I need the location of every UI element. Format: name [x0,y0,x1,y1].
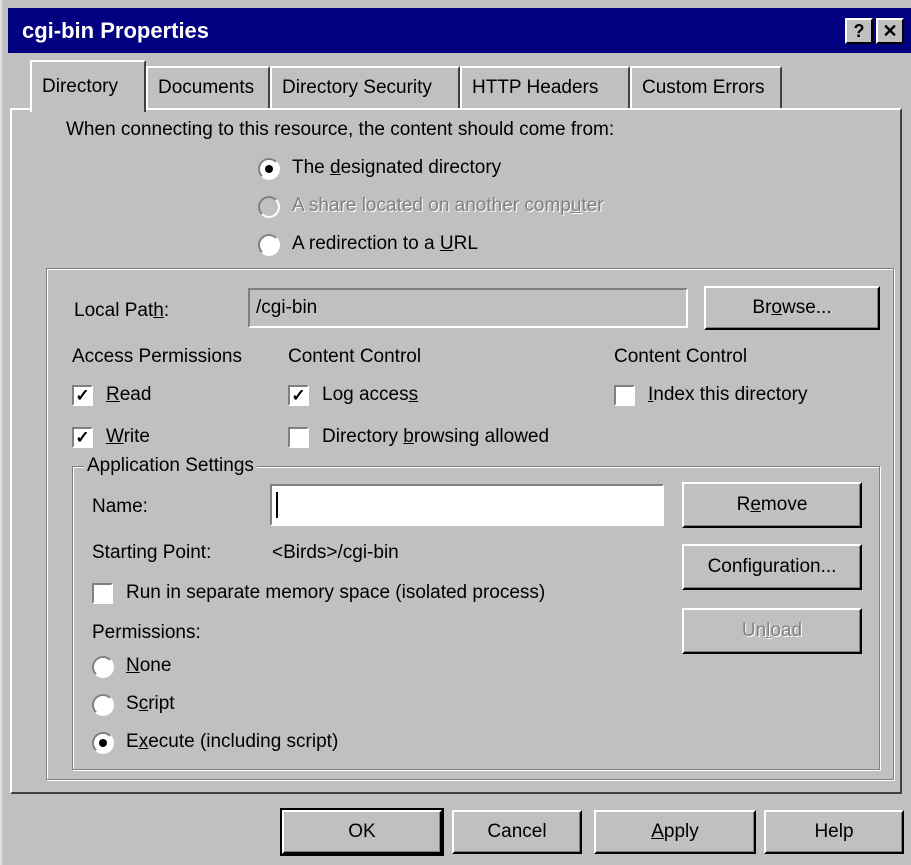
help-icon[interactable]: ? [845,18,873,44]
content-control-heading: Content Control [288,346,422,367]
radio-designated-directory[interactable] [258,158,280,180]
app-name-label: Name: [92,496,148,517]
index-directory-checkbox[interactable] [614,385,635,406]
index-directory-label: Index this directory [648,384,808,405]
read-label: Read [106,384,152,405]
text-cursor [276,492,278,518]
application-settings-heading: Application Settings [84,455,257,477]
tab-documents[interactable]: Documents [146,66,270,108]
browse-button[interactable]: Browse... [704,286,880,330]
radio-permission-execute[interactable] [92,732,114,754]
local-path-field: /cgi-bin [248,288,688,328]
apply-button[interactable]: Apply [594,810,756,854]
local-path-value: /cgi-bin [256,297,318,318]
write-label: Write [106,426,150,447]
label-designated-directory: The designated directory [292,157,502,178]
tab-directory-security[interactable]: Directory Security [270,66,460,108]
access-permissions-heading: Access Permissions [72,346,242,367]
radio-dot [265,165,273,173]
tab-label: Directory Security [282,77,432,98]
radio-redirection-url[interactable] [258,234,280,256]
starting-point-label: Starting Point: [92,542,212,563]
app-name-input[interactable] [270,484,664,526]
help-button[interactable]: Help [764,810,904,854]
permission-none-label: None [126,655,172,676]
local-path-label: Local Path: [74,300,170,321]
title-bar[interactable]: cgi-bin Properties ? ✕ [8,8,911,53]
permission-execute-label: Execute (including script) [126,731,339,752]
source-prompt: When connecting to this resource, the co… [66,119,615,140]
directory-browsing-checkbox[interactable] [288,427,309,448]
content-control-heading-2: Content Control [614,346,748,367]
properties-dialog: cgi-bin Properties ? ✕ Directory Documen… [0,0,911,865]
radio-permission-none[interactable] [92,656,114,678]
unload-button: Unload [682,608,862,654]
log-access-checkbox[interactable]: ✓ [288,385,309,406]
tab-label: Documents [158,77,255,98]
log-access-label: Log access [322,384,419,405]
tab-label: Directory [42,76,119,97]
label-redirection-url: A redirection to a URL [292,233,478,254]
isolated-process-checkbox[interactable] [92,583,113,604]
radio-share-other-computer [258,196,280,218]
starting-point-value: <Birds>/cgi-bin [272,542,399,563]
label-share-other-computer: A share located on another computer [292,195,604,216]
tab-custom-errors[interactable]: Custom Errors [630,66,782,108]
tab-http-headers[interactable]: HTTP Headers [460,66,630,108]
read-checkbox[interactable]: ✓ [72,385,93,406]
remove-button[interactable]: Remove [682,482,862,528]
radio-permission-script[interactable] [92,694,114,716]
configuration-button[interactable]: Configuration... [682,544,862,590]
write-checkbox[interactable]: ✓ [72,427,93,448]
tab-directory[interactable]: Directory [30,60,146,112]
permission-script-label: Script [126,693,175,714]
close-icon[interactable]: ✕ [876,18,904,44]
ok-button[interactable]: OK [280,808,444,856]
tab-label: HTTP Headers [472,77,599,98]
cancel-button[interactable]: Cancel [452,810,582,854]
directory-browsing-label: Directory browsing allowed [322,426,550,447]
tab-label: Custom Errors [642,77,765,98]
radio-dot [99,739,107,747]
isolated-process-label: Run in separate memory space (isolated p… [126,582,546,603]
window-title: cgi-bin Properties [22,18,210,43]
permissions-label: Permissions: [92,622,201,643]
